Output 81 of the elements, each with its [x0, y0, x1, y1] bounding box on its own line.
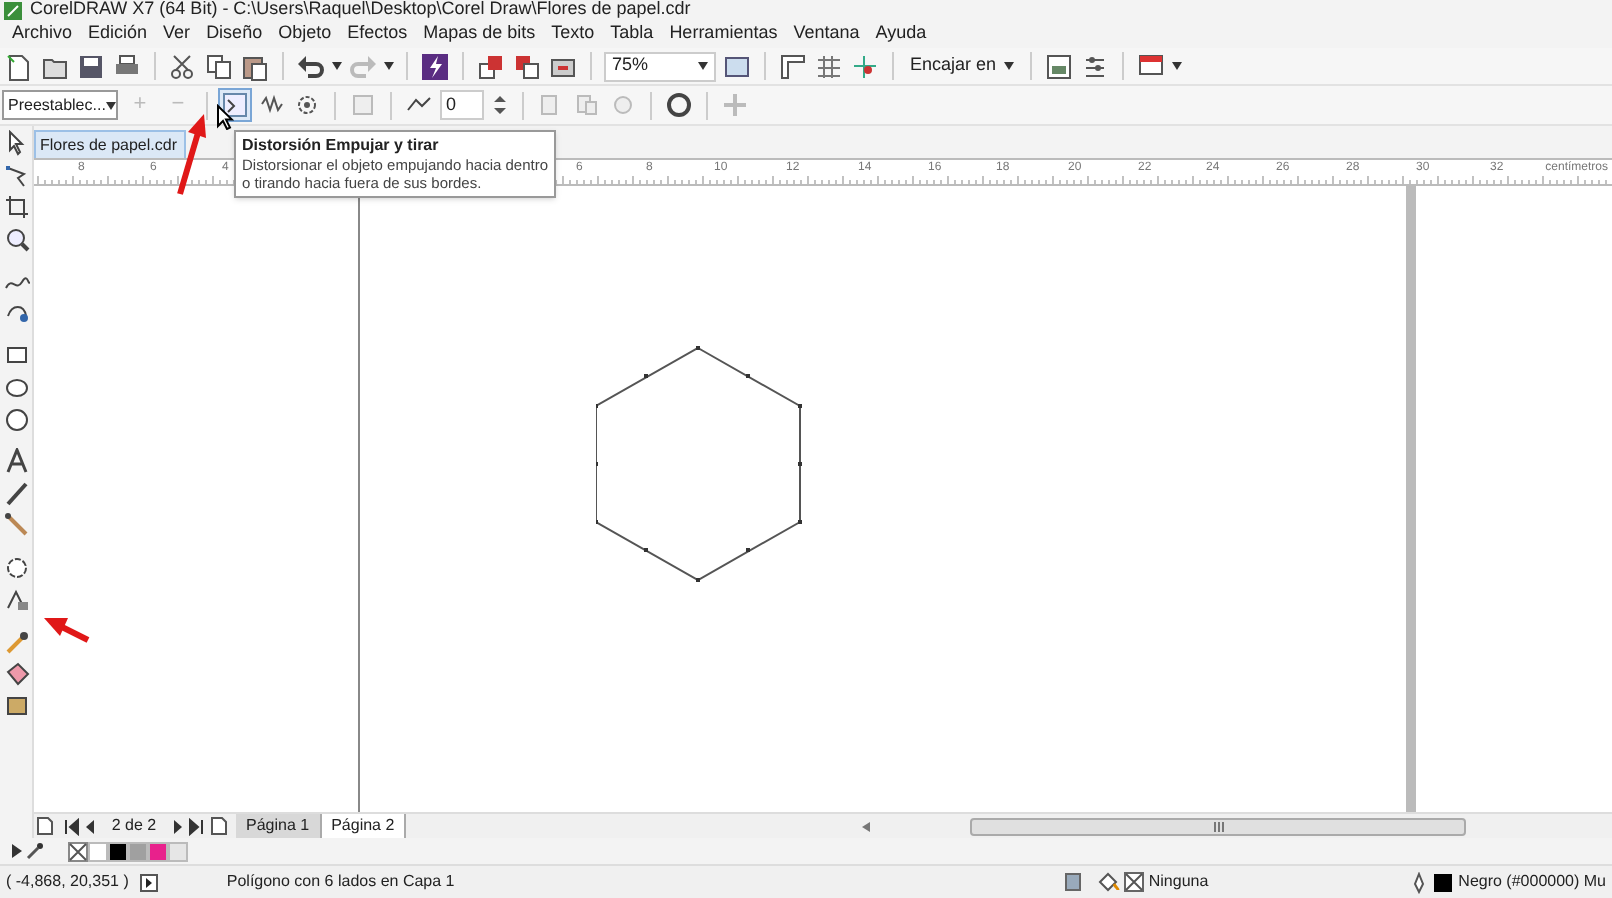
snap-dropdown[interactable]: Encajar en	[906, 51, 1019, 81]
color-swatch[interactable]	[88, 841, 108, 861]
menu-item[interactable]: Ayuda	[867, 20, 935, 48]
color-swatch[interactable]	[168, 841, 188, 861]
page-tab[interactable]: Página 2	[319, 814, 407, 838]
color-swatch[interactable]	[128, 841, 148, 861]
menu-item[interactable]: Ver	[155, 20, 199, 48]
tooltip-title: Distorsión Empujar y tirar	[242, 136, 441, 156]
color-swatch[interactable]	[108, 841, 128, 861]
document-tab[interactable]: Flores de papel.cdr	[34, 130, 187, 158]
rectangle-icon[interactable]	[3, 342, 29, 368]
ellipse-icon[interactable]	[3, 374, 29, 400]
page-tab[interactable]: Página 1	[236, 814, 320, 838]
grip-icon	[1213, 821, 1224, 831]
no-fill-icon	[1124, 872, 1145, 892]
scissors-icon[interactable]	[168, 51, 198, 81]
object-info: Polígono con 6 lados en Capa 1	[226, 870, 455, 894]
lightning-logo-icon[interactable]	[420, 51, 450, 81]
previous-page-icon[interactable]	[82, 817, 98, 835]
last-page-icon[interactable]	[186, 817, 206, 835]
caret-icon	[1004, 62, 1015, 70]
menu-item[interactable]: Texto	[543, 20, 603, 48]
grid-icon[interactable]	[814, 51, 844, 81]
pointer-icon[interactable]	[3, 130, 29, 156]
polygon-icon[interactable]	[3, 406, 29, 432]
new-file-icon[interactable]	[4, 51, 34, 81]
caret-icon	[332, 62, 342, 70]
preset-dropdown[interactable]: Preestablec...	[2, 90, 118, 120]
connector-icon[interactable]	[3, 512, 29, 538]
cursor-coordinates: ( -4,868, 20,351 )	[6, 870, 129, 894]
no-color-swatch-icon[interactable]	[68, 841, 88, 861]
window-title: CorelDRAW X7 (64 Bit) - C:\Users\Raquel\Desktop\Corel Draw\Flores de papel.cdr	[30, 0, 691, 18]
pen-icon	[1412, 871, 1427, 893]
guidelines-icon[interactable]	[850, 51, 880, 81]
eyedropper-icon[interactable]	[26, 842, 44, 860]
menu-item[interactable]: Mapas de bits	[415, 20, 544, 48]
page-counter: 2 de 2	[109, 814, 159, 838]
caret-icon	[384, 62, 394, 70]
menu-item[interactable]: Objeto	[270, 20, 340, 48]
add-page-icon[interactable]	[210, 816, 228, 836]
annotation-arrow	[174, 114, 210, 198]
push-pull-icon[interactable]	[220, 90, 250, 120]
paste-icon[interactable]	[240, 51, 270, 81]
twister-icon[interactable]	[292, 90, 322, 120]
crop-icon[interactable]	[3, 194, 29, 220]
save-icon[interactable]	[76, 51, 106, 81]
menu-item[interactable]: Edición	[80, 20, 156, 48]
next-page-icon[interactable]	[170, 817, 186, 835]
scroll-left-icon[interactable]	[858, 817, 875, 835]
spin-icon[interactable]	[490, 90, 510, 120]
menu-item[interactable]: Tabla	[602, 20, 662, 48]
first-page-icon[interactable]	[62, 817, 82, 835]
fill-icon[interactable]	[3, 660, 29, 686]
annotation-arrow	[44, 616, 92, 644]
zoom-icon[interactable]	[3, 226, 29, 252]
fill-status: Ninguna	[1148, 870, 1209, 894]
outline-status: Negro (#000000) Mu	[1458, 870, 1606, 894]
caret-icon	[698, 62, 708, 70]
eyedropper-icon[interactable]	[3, 628, 29, 654]
menu-item[interactable]: Efectos	[339, 20, 416, 48]
menu-item[interactable]: Archivo	[4, 20, 81, 48]
scrollbar-thumb[interactable]	[970, 817, 1467, 835]
window-icon[interactable]	[1044, 51, 1075, 81]
zoom-dropdown[interactable]: 75%	[604, 51, 716, 81]
scroll-right-icon[interactable]	[12, 844, 22, 858]
copy-icon[interactable]	[204, 51, 234, 81]
undo-icon[interactable]	[296, 51, 326, 81]
caret-icon	[1172, 62, 1183, 70]
outline-color-swatch	[1434, 873, 1453, 891]
menu-item[interactable]: Diseño	[198, 20, 271, 48]
amplitude-field[interactable]: 0	[440, 90, 484, 120]
color-swatch[interactable]	[148, 841, 168, 861]
menu-item[interactable]: Herramientas	[661, 20, 786, 48]
smart-drawing-icon[interactable]	[3, 300, 29, 326]
caret-icon	[105, 101, 116, 109]
play-icon[interactable]	[140, 873, 159, 891]
shape-node-icon[interactable]	[3, 162, 29, 188]
line-icon[interactable]	[3, 480, 29, 506]
menu-item[interactable]: Ventana	[785, 20, 868, 48]
fill-bucket-icon	[1098, 872, 1121, 892]
text-icon[interactable]	[3, 448, 29, 474]
